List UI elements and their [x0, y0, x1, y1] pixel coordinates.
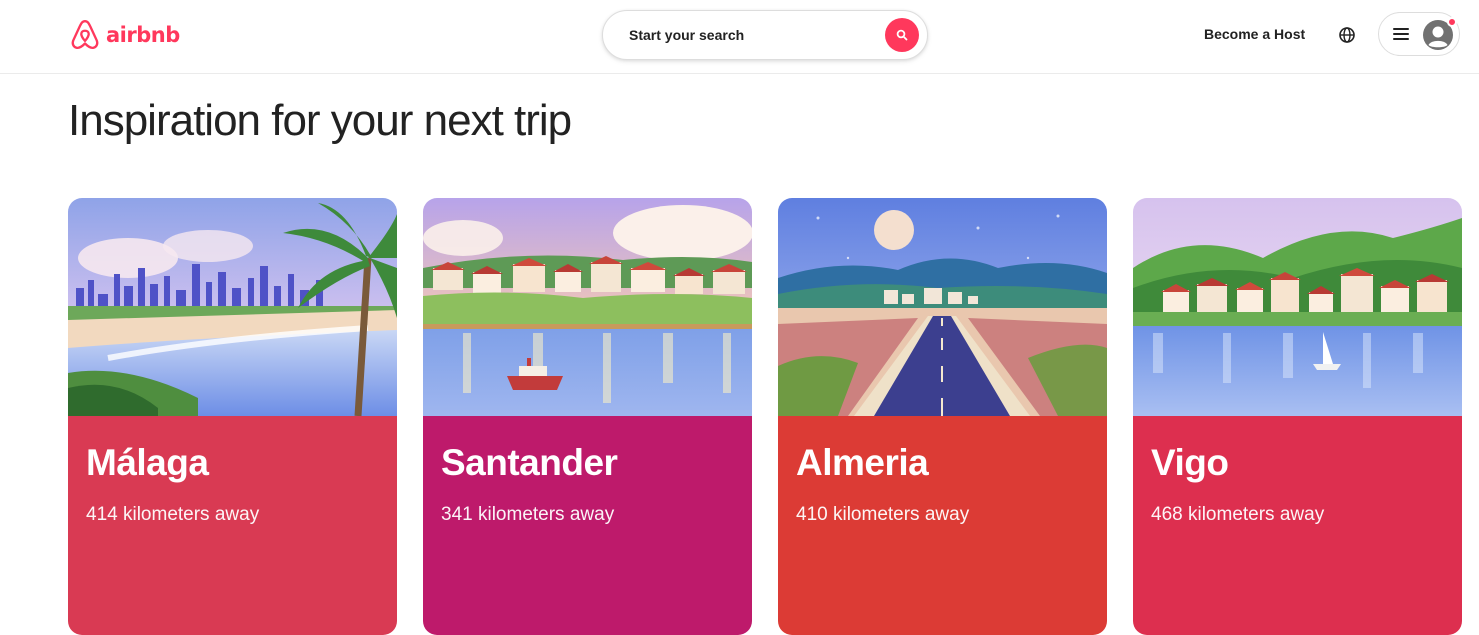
- card-info: Vigo 468 kilometers away: [1133, 416, 1462, 635]
- card-city: Málaga: [86, 442, 209, 483]
- notification-dot: [1447, 17, 1457, 27]
- malaga-illustration: [68, 198, 397, 416]
- search-bar[interactable]: Start your search: [602, 10, 928, 60]
- card-info: Santander 341 kilometers away: [423, 416, 752, 635]
- destination-card-vigo[interactable]: Vigo 468 kilometers away: [1133, 198, 1462, 635]
- logo-text: airbnb: [106, 23, 180, 47]
- globe-icon[interactable]: [1338, 26, 1356, 44]
- almeria-illustration: [778, 198, 1107, 416]
- card-city: Santander: [441, 442, 618, 483]
- search-icon: [896, 29, 908, 41]
- card-city: Almeria: [796, 442, 929, 483]
- card-distance: 341 kilometers away: [441, 504, 615, 525]
- santander-illustration: [423, 198, 752, 416]
- destination-card-santander[interactable]: Santander 341 kilometers away: [423, 198, 752, 635]
- card-city: Vigo: [1151, 442, 1229, 483]
- destination-card-malaga[interactable]: Málaga 414 kilometers away: [68, 198, 397, 635]
- airbnb-logo-icon: [68, 18, 102, 52]
- page-title: Inspiration for your next trip: [68, 96, 572, 145]
- search-button[interactable]: [885, 18, 919, 52]
- search-placeholder[interactable]: Start your search: [629, 27, 885, 43]
- card-distance: 410 kilometers away: [796, 504, 970, 525]
- card-info: Almeria 410 kilometers away: [778, 416, 1107, 635]
- card-info: Málaga 414 kilometers away: [68, 416, 397, 635]
- top-header: airbnb Start your search Become a Host: [0, 0, 1479, 74]
- profile-menu-button[interactable]: [1378, 12, 1460, 56]
- become-host-link[interactable]: Become a Host: [1204, 26, 1305, 42]
- airbnb-logo[interactable]: airbnb: [68, 18, 180, 52]
- menu-icon: [1393, 28, 1409, 40]
- card-distance: 468 kilometers away: [1151, 504, 1325, 525]
- destination-card-almeria[interactable]: Almeria 410 kilometers away: [778, 198, 1107, 635]
- vigo-illustration: [1133, 198, 1462, 416]
- destination-cards: Málaga 414 kilometers away Santander 341…: [68, 198, 1462, 635]
- card-distance: 414 kilometers away: [86, 504, 260, 525]
